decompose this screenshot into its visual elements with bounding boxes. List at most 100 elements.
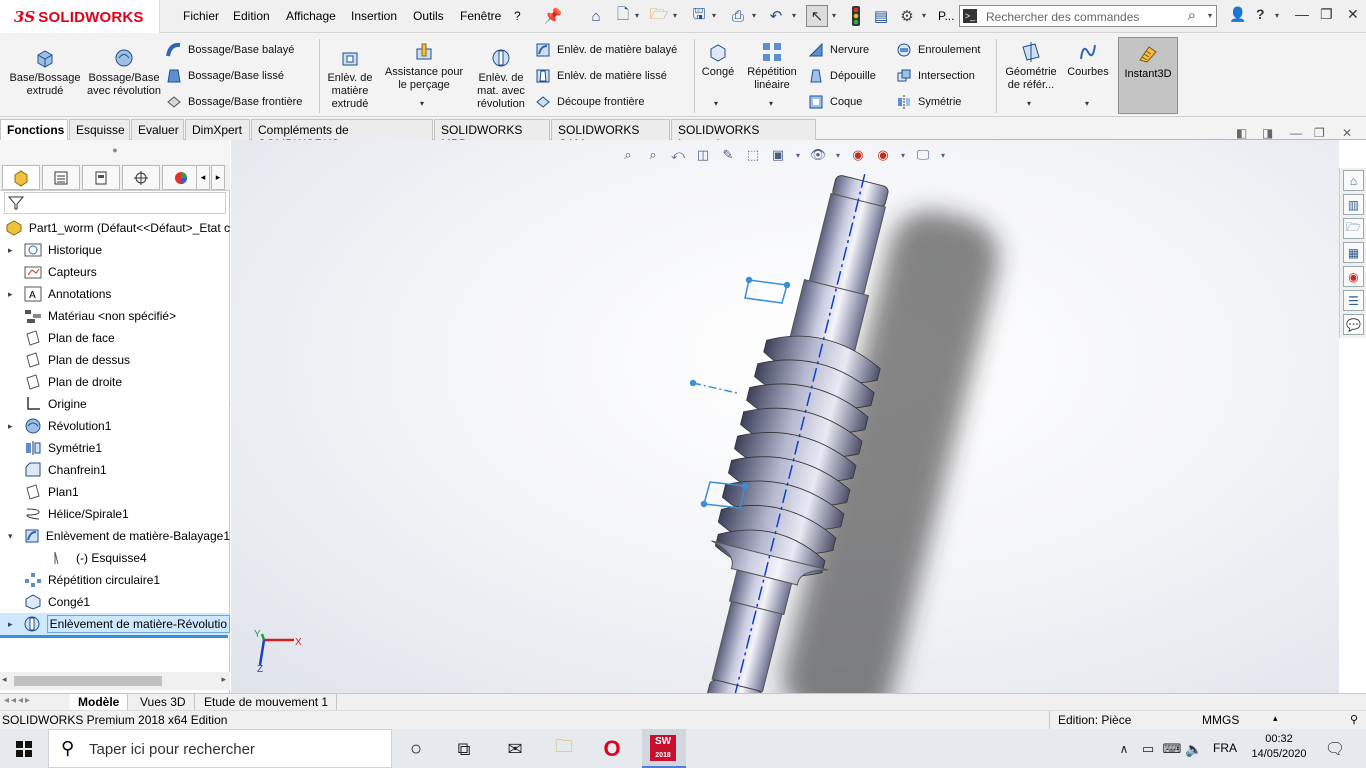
tab-dimxpert[interactable]: DimXpert xyxy=(185,119,250,140)
swept-boss-button[interactable]: Bossage/Base balayé xyxy=(166,42,294,58)
view-settings-icon[interactable]: 🖵 xyxy=(913,146,933,164)
tab-evaluer[interactable]: Evaluer xyxy=(131,119,184,140)
tree-item[interactable]: Plan1 xyxy=(0,481,230,503)
viewport-restore-icon[interactable]: ❐ xyxy=(1314,126,1325,140)
tree-expand-arrow-icon[interactable]: ▾ xyxy=(8,531,17,542)
minimize-icon[interactable]: — xyxy=(1295,6,1309,22)
mirror-button[interactable]: Symétrie xyxy=(896,94,961,110)
tab-motion-study[interactable]: Etude de mouvement 1 xyxy=(196,694,338,711)
opera-icon[interactable]: O xyxy=(600,736,624,761)
graphics-area[interactable]: X Y Z xyxy=(231,140,1339,693)
search-icon[interactable]: ⌕ xyxy=(1188,7,1196,24)
help-icon[interactable]: ? xyxy=(1256,6,1265,22)
instant3d-button[interactable]: Instant3D xyxy=(1118,37,1178,114)
volume-icon[interactable]: 🔈 xyxy=(1182,737,1206,761)
previous-view-icon[interactable]: ⤺ xyxy=(668,146,688,164)
viewport-tile-right-icon[interactable]: ◨ xyxy=(1262,126,1273,140)
print-caret-icon[interactable]: ▾ xyxy=(752,11,756,20)
select-arrow-icon[interactable]: ↖ xyxy=(806,5,828,27)
tree-item[interactable]: ▾ Enlèvement de matière-Balayage1 xyxy=(0,525,230,547)
undo-icon[interactable]: ↶ xyxy=(765,5,787,27)
tree-item[interactable]: Capteurs xyxy=(0,261,230,283)
file-explorer-taskbar-icon[interactable]: 🗀 xyxy=(552,736,576,761)
menu-edition[interactable]: Edition xyxy=(233,9,270,23)
solidworks-logo[interactable]: 3S SOLIDWORKS xyxy=(14,6,144,28)
dynamic-annotation-icon[interactable]: ✎ xyxy=(718,146,738,164)
menu-outils[interactable]: Outils xyxy=(413,9,444,23)
draft-button[interactable]: Dépouille xyxy=(808,68,876,84)
viewport-close-icon[interactable]: ✕ xyxy=(1342,126,1352,140)
edit-appearance-icon[interactable]: ◉ xyxy=(848,146,868,164)
help-caret-icon[interactable]: ▾ xyxy=(1275,11,1279,20)
shell-button[interactable]: Coque xyxy=(808,94,862,110)
hole-wizard-caret-icon[interactable]: ▾ xyxy=(420,99,424,108)
tree-item[interactable]: ▸ Enlèvement de matière-Révolutio xyxy=(0,613,230,635)
tab-complements[interactable]: Compléments de SOLIDWORKS xyxy=(251,119,433,151)
propertymanager-tab-icon[interactable] xyxy=(42,165,80,190)
menu-affichage[interactable]: Affichage xyxy=(286,9,336,23)
options-gear-icon[interactable]: ⚙ xyxy=(896,5,918,27)
boundary-boss-button[interactable]: Bossage/Base frontière xyxy=(166,94,302,110)
scroll-right-icon[interactable]: ▸ xyxy=(221,674,226,685)
configurationmanager-tab-icon[interactable] xyxy=(82,165,120,190)
windows-start-icon[interactable] xyxy=(12,737,36,761)
intersect-button[interactable]: Intersection xyxy=(896,68,975,84)
user-icon[interactable]: 👤 xyxy=(1229,6,1246,23)
home-icon[interactable]: ⌂ xyxy=(585,5,607,27)
undo-caret-icon[interactable]: ▾ xyxy=(792,11,796,20)
tab-esquisse[interactable]: Esquisse xyxy=(69,119,130,140)
taskbar-search[interactable]: ⚲ Taper ici pour rechercher xyxy=(48,729,392,768)
panel-grip[interactable]: ● xyxy=(0,140,230,164)
customize-statusbar-icon[interactable]: ⚲ xyxy=(1350,713,1358,726)
tree-item[interactable]: Plan de dessus xyxy=(0,349,230,371)
curves-caret-icon[interactable]: ▾ xyxy=(1085,99,1089,108)
open-folder-icon[interactable]: 🗁 xyxy=(648,5,670,27)
view-palette-icon[interactable]: ▦ xyxy=(1343,242,1364,263)
lofted-cut-button[interactable]: Enlèv. de matière lissé xyxy=(535,68,667,84)
zoom-to-area-icon[interactable]: ⌕ xyxy=(643,146,663,164)
units-caret-icon[interactable]: ▴ xyxy=(1273,713,1278,724)
tab-mbd[interactable]: SOLIDWORKS MBD xyxy=(434,119,550,151)
swept-cut-button[interactable]: Enlèv. de matière balayé xyxy=(535,42,677,58)
scrollbar-thumb[interactable] xyxy=(14,676,162,686)
rib-button[interactable]: Nervure xyxy=(808,42,869,58)
panel-horizontal-scrollbar[interactable]: ◂ ▸ xyxy=(0,672,230,690)
tree-item[interactable]: Matériau <non spécifié> xyxy=(0,305,230,327)
wrap-button[interactable]: Enroulement xyxy=(896,42,980,58)
battery-icon[interactable]: ▭ xyxy=(1136,737,1160,761)
lofted-boss-button[interactable]: Bossage/Base lissé xyxy=(166,68,284,84)
tree-item[interactable]: Origine xyxy=(0,393,230,415)
tab-inspection[interactable]: SOLIDWORKS Inspection xyxy=(671,119,816,151)
display-style-icon[interactable]: ▣ xyxy=(768,146,788,164)
forum-icon[interactable]: 💬 xyxy=(1343,314,1364,335)
fillet-caret-icon[interactable]: ▾ xyxy=(714,99,718,108)
viewport-tile-left-icon[interactable]: ◧ xyxy=(1236,126,1247,140)
search-caret-icon[interactable]: ▾ xyxy=(1208,11,1212,20)
save-caret-icon[interactable]: ▾ xyxy=(712,11,716,20)
revolved-cut-button[interactable]: Enlèv. de mat. avec révolution xyxy=(472,47,530,111)
save-icon[interactable]: 🖫 xyxy=(688,5,710,27)
solidworks-taskbar-button[interactable]: SW 2018 xyxy=(642,729,686,768)
tree-item[interactable]: Plan de droite xyxy=(0,371,230,393)
boundary-cut-button[interactable]: Découpe frontière xyxy=(535,94,644,110)
tree-expand-arrow-icon[interactable]: ▸ xyxy=(8,421,18,432)
select-caret-icon[interactable]: ▾ xyxy=(832,11,836,20)
status-units[interactable]: MMGS xyxy=(1202,713,1239,727)
apply-scene-caret-icon[interactable]: ▾ xyxy=(898,146,908,164)
taskbar-clock[interactable]: 00:32 14/05/2020 xyxy=(1250,732,1308,762)
tree-item[interactable]: ▸ Révolution1 xyxy=(0,415,230,437)
command-search[interactable]: >_ Rechercher des commandes ⌕ ▾ xyxy=(959,5,1217,27)
custom-properties-icon[interactable]: ☰ xyxy=(1343,290,1364,311)
tree-item[interactable]: Plan de face xyxy=(0,327,230,349)
zoom-to-fit-icon[interactable]: ⌕ xyxy=(618,146,638,164)
tree-expand-arrow-icon[interactable]: ▸ xyxy=(8,245,18,256)
tree-expand-arrow-icon[interactable]: ▸ xyxy=(8,289,18,300)
mail-icon[interactable]: ✉ xyxy=(503,737,527,761)
view-orientation-icon[interactable]: ⬚ xyxy=(743,146,763,164)
reference-geometry-button[interactable]: Géométrie de référ... xyxy=(1000,41,1062,92)
displaymanager-tab-icon[interactable] xyxy=(162,165,200,190)
traffic-light-icon[interactable] xyxy=(845,5,867,27)
tab-fonctions[interactable]: Fonctions xyxy=(0,119,68,140)
viewport-minimize-icon[interactable]: — xyxy=(1290,126,1302,140)
tab-modele[interactable]: Modèle xyxy=(70,694,129,711)
